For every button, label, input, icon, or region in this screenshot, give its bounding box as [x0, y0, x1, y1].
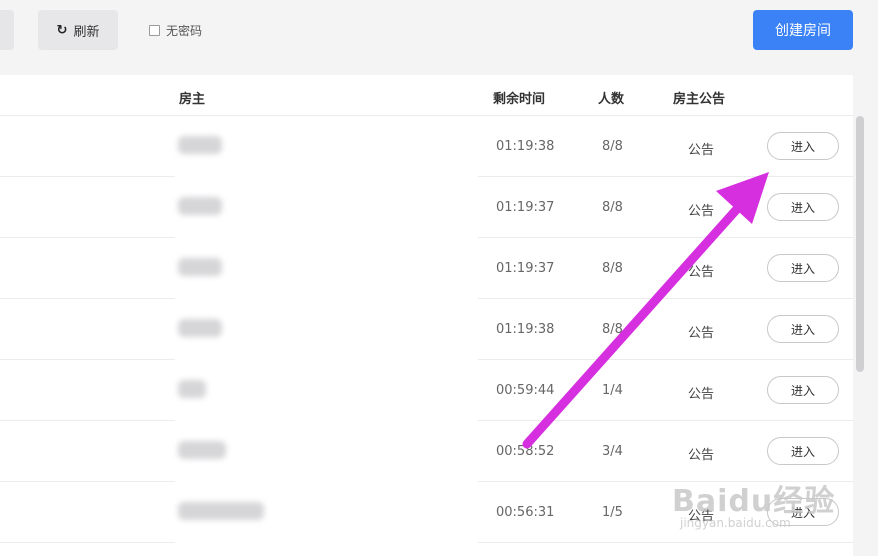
enter-room-button[interactable]: 进入	[767, 376, 839, 404]
owner-name-blurred	[178, 258, 222, 276]
player-count: 8/8	[602, 322, 623, 337]
remaining-time: 01:19:37	[496, 200, 555, 215]
header-remaining-time: 剩余时间	[493, 92, 546, 107]
owner-name-blurred	[178, 502, 264, 520]
player-count: 3/4	[602, 444, 623, 459]
table-row: 00:58:52 3/4 公告 进入	[0, 421, 853, 482]
player-count: 1/4	[602, 383, 623, 398]
no-password-label: 无密码	[166, 23, 203, 38]
header-owner: 房主	[179, 92, 206, 107]
header-players: 人数	[598, 92, 625, 107]
table-header: 房主 剩余时间 人数 房主公告	[0, 75, 853, 117]
row-divider	[0, 542, 175, 543]
notice-link[interactable]: 公告	[688, 200, 714, 219]
enter-room-button[interactable]: 进入	[767, 193, 839, 221]
refresh-label: 刷新	[73, 24, 100, 40]
notice-link[interactable]: 公告	[688, 383, 714, 402]
enter-room-button[interactable]: 进入	[767, 498, 839, 526]
owner-name-blurred	[178, 136, 222, 154]
refresh-icon: ↻	[56, 22, 68, 38]
owner-name-blurred	[178, 380, 206, 398]
owner-name-blurred	[178, 197, 222, 215]
player-count: 8/8	[602, 261, 623, 276]
room-list-page: ↻ 刷新 无密码 创建房间 房主 剩余时间 人数 房主公告 01:19:38 8…	[0, 0, 878, 556]
table-row: 01:19:38 8/8 公告 进入	[0, 116, 853, 177]
table-row: 01:19:38 8/8 公告 进入	[0, 299, 853, 360]
player-count: 1/5	[602, 505, 623, 520]
enter-room-button[interactable]: 进入	[767, 437, 839, 465]
notice-link[interactable]: 公告	[688, 139, 714, 158]
notice-link[interactable]: 公告	[688, 444, 714, 463]
remaining-time: 01:19:37	[496, 261, 555, 276]
header-owner-notice: 房主公告	[673, 92, 726, 107]
notice-link[interactable]: 公告	[688, 322, 714, 341]
enter-room-button[interactable]: 进入	[767, 315, 839, 343]
notice-link[interactable]: 公告	[688, 261, 714, 280]
remaining-time: 01:19:38	[496, 322, 555, 337]
owner-name-blurred	[178, 319, 222, 337]
table-row: 01:19:37 8/8 公告 进入	[0, 177, 853, 238]
room-table: 房主 剩余时间 人数 房主公告 01:19:38 8/8 公告 进入 01:19…	[0, 75, 853, 556]
truncated-button[interactable]	[0, 10, 14, 50]
enter-room-button[interactable]: 进入	[767, 132, 839, 160]
enter-room-button[interactable]: 进入	[767, 254, 839, 282]
remaining-time: 00:59:44	[496, 383, 555, 398]
vertical-scrollbar-thumb[interactable]	[856, 116, 864, 372]
owner-name-blurred	[178, 441, 226, 459]
remaining-time: 00:58:52	[496, 444, 555, 459]
create-room-button[interactable]: 创建房间	[753, 10, 853, 50]
refresh-button[interactable]: ↻ 刷新	[38, 10, 118, 50]
player-count: 8/8	[602, 200, 623, 215]
no-password-filter[interactable]: 无密码	[149, 22, 202, 38]
player-count: 8/8	[602, 139, 623, 154]
table-row: 00:59:44 1/4 公告 进入	[0, 360, 853, 421]
notice-link[interactable]: 公告	[688, 505, 714, 524]
table-row: 00:56:31 1/5 公告 进入	[0, 482, 853, 543]
row-divider	[478, 542, 853, 543]
remaining-time: 00:56:31	[496, 505, 555, 520]
table-row: 01:19:37 8/8 公告 进入	[0, 238, 853, 299]
no-password-checkbox[interactable]	[149, 24, 160, 36]
remaining-time: 01:19:38	[496, 139, 555, 154]
